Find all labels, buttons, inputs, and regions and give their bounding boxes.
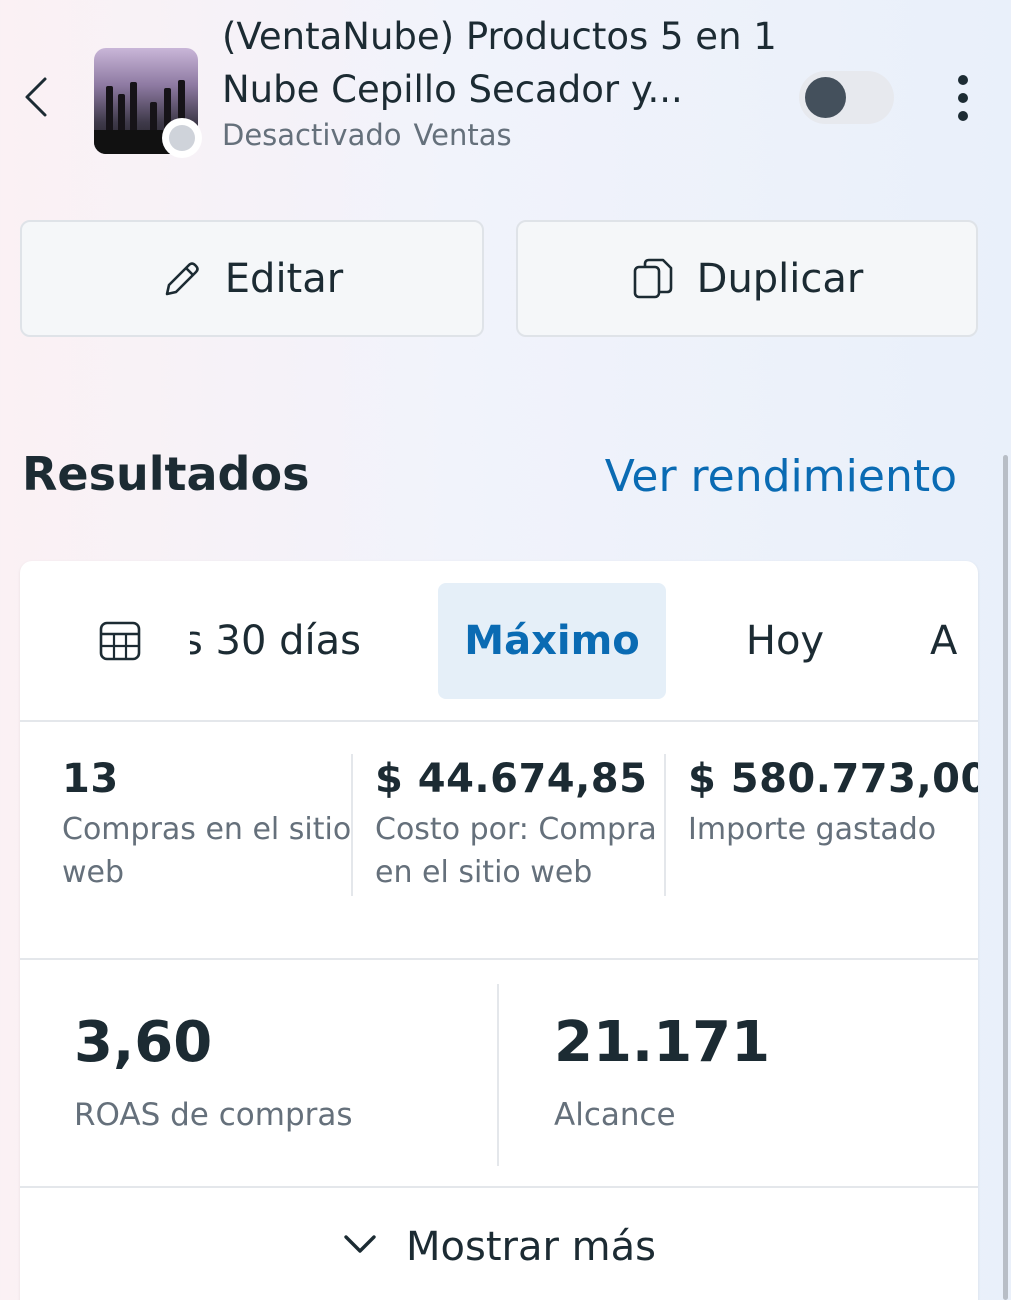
results-heading: Resultados <box>22 447 310 501</box>
tab-maximum[interactable]: Máximo <box>438 583 666 699</box>
edit-button[interactable]: Editar <box>20 220 484 337</box>
results-card: s 30 días Máximo Hoy A 13 Compras en el … <box>20 561 978 1300</box>
metric-reach: 21.171 Alcance <box>554 1010 770 1133</box>
metric-value: $ 580.773,00 <box>688 756 978 802</box>
metrics-row-primary: 13 Compras en el sitio web $ 44.674,85 C… <box>20 724 978 960</box>
status-indicator-icon <box>162 118 202 158</box>
more-options-button[interactable] <box>945 72 981 124</box>
ad-subtitle: Desactivado Ventas <box>222 118 512 152</box>
metric-label: Alcance <box>554 1097 676 1133</box>
show-more-button[interactable]: Mostrar más <box>20 1190 978 1300</box>
divider <box>497 984 499 1166</box>
duplicate-button[interactable]: Duplicar <box>516 220 978 337</box>
tab-next-partial[interactable]: A <box>930 583 970 699</box>
metric-value: $ 44.674,85 <box>375 756 648 802</box>
scrollbar[interactable] <box>1003 455 1008 1300</box>
divider <box>664 754 666 896</box>
tab-last-30-days[interactable]: s 30 días <box>190 583 390 699</box>
ad-header: (VentaNube) Productos 5 en 1 Nube Cepill… <box>0 0 1011 170</box>
metric-purchases: 13 Compras en el sitio web <box>62 756 352 894</box>
duplicate-label: Duplicar <box>696 255 864 302</box>
pencil-icon <box>165 261 199 295</box>
metric-amount-spent: $ 580.773,00 Importe gastado <box>688 756 978 851</box>
ad-status-toggle[interactable] <box>799 71 894 124</box>
objective-text: Ventas <box>413 118 512 152</box>
metric-label: Importe gastado <box>688 812 937 847</box>
metric-roas: 3,60 ROAS de compras <box>74 1010 353 1133</box>
metric-label: Costo por: Compra en el sitio web <box>375 812 657 890</box>
chevron-down-icon <box>344 1235 376 1253</box>
status-text: Desactivado <box>222 118 402 152</box>
metric-value: 21.171 <box>554 1010 771 1075</box>
view-performance-link[interactable]: Ver rendimiento <box>605 451 957 502</box>
tab-today[interactable]: Hoy <box>720 583 850 699</box>
divider <box>351 754 353 896</box>
ad-thumbnail[interactable] <box>94 48 202 158</box>
ad-title[interactable]: (VentaNube) Productos 5 en 1 Nube Cepill… <box>222 10 782 116</box>
metric-label: Compras en el sitio web <box>62 812 352 890</box>
calendar-icon[interactable] <box>98 619 142 663</box>
metric-value: 13 <box>62 756 119 802</box>
chevron-left-icon <box>25 77 47 117</box>
edit-label: Editar <box>224 255 344 302</box>
toggle-knob <box>805 77 846 118</box>
metrics-row-secondary: 3,60 ROAS de compras 21.171 Alcance <box>20 962 978 1188</box>
more-vertical-icon <box>958 75 968 85</box>
back-button[interactable] <box>16 72 56 122</box>
show-more-label: Mostrar más <box>406 1224 656 1270</box>
date-range-tabs: s 30 días Máximo Hoy A <box>20 561 978 722</box>
duplicate-icon <box>633 258 672 298</box>
metric-label: ROAS de compras <box>74 1097 353 1133</box>
metric-cost-per-purchase: $ 44.674,85 Costo por: Compra en el siti… <box>375 756 665 894</box>
metric-value: 3,60 <box>74 1010 213 1075</box>
